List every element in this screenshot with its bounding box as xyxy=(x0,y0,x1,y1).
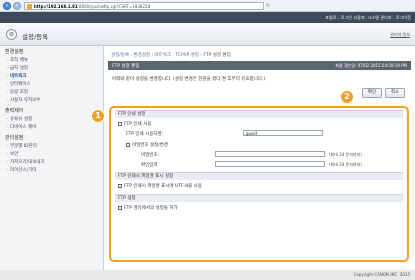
sidebar-section-title: 출력제어 xyxy=(5,108,24,114)
sidebar-section-title: 관리설정 xyxy=(5,135,24,141)
url-path: :8000/rps/nwftp.cgi?CSRT=1838228 xyxy=(77,4,151,9)
panel-header: FTP 설정 편집 최종 갱신일: 07/02 2015 04:50:19 PM xyxy=(108,61,411,70)
section-ftp-print: FTP 인쇄 설정 xyxy=(115,110,403,118)
sidebar-item-volume[interactable]: 음량 조정 xyxy=(0,89,103,97)
cancel-button[interactable]: 취소 xyxy=(385,88,405,98)
confirm-hint: (최대 24 문자까지) xyxy=(329,162,362,167)
logout-link[interactable]: 로그아웃 xyxy=(396,15,411,20)
callout-badge: 1 xyxy=(92,110,104,122)
use-ftp-print-label: FTP 인쇄 사용 xyxy=(124,122,152,127)
ftp-user-input[interactable]: guest xyxy=(243,130,323,136)
sidebar-item-control-menu[interactable]: 조작 메뉴 xyxy=(0,57,103,65)
set-password-row: 비밀번호 설정/변경 xyxy=(126,142,168,148)
portal-link[interactable]: 포털로 xyxy=(325,15,336,20)
sidebar-item-security[interactable]: 보안 xyxy=(0,151,103,159)
utf8-row: FTP 인쇄시 파일명 표시에 UTF-8을 사용 xyxy=(118,183,202,189)
use-ftp-print-row: FTP 인쇄 사용 xyxy=(118,121,151,127)
main-content: 설정/등록 : 환경설정 : 네트워크 : TCP/IP 설정 : FTP 설정… xyxy=(104,46,415,270)
sidebar-item-paper-source[interactable]: 급지 설정 xyxy=(0,65,103,73)
copyright: Copyright CANON INC. 2015 xyxy=(353,272,410,277)
pasv-checkbox[interactable] xyxy=(118,205,122,210)
last-updated: 최종 갱신일: 07/02 2015 04:50:19 PM xyxy=(335,63,407,68)
panel-title: FTP 설정 편집 xyxy=(112,64,140,69)
section-ftp-pasv: FTP 설정 xyxy=(115,194,403,202)
use-ftp-print-checkbox[interactable] xyxy=(118,121,122,126)
set-password-label: 비밀번호 설정/변경 xyxy=(132,143,169,148)
utf8-label: FTP 인쇄시 파일명 표시에 UTF-8을 사용 xyxy=(124,184,202,189)
confirm-input[interactable] xyxy=(215,161,325,167)
top-bar: 포털로 | 로그인 사용자: 시스템 관리자 | 로그아웃 xyxy=(0,12,415,23)
site-icon xyxy=(27,4,32,9)
login-user-label: 로그인 사용자: xyxy=(340,15,367,20)
refresh-icon[interactable]: ↻ xyxy=(266,3,270,9)
ftp-user-label: FTP 인쇄 사용자명: xyxy=(126,132,164,137)
password-input[interactable] xyxy=(215,151,325,157)
ftp-settings-panel: FTP 인쇄 설정 FTP 인쇄 사용 FTP 인쇄 사용자명: guest 비… xyxy=(109,106,409,262)
password-hint: (최대 24 문자까지) xyxy=(329,152,362,157)
login-user-name: 시스템 관리자 xyxy=(367,15,392,20)
breadcrumb-current: FTP 설정 편집 xyxy=(203,53,231,58)
page-title: 설정/등록 xyxy=(22,33,49,41)
title-bar: ⚙ 설정/등록 관리자 정보 xyxy=(0,23,415,46)
sidebar-item-network[interactable]: 네트워크 xyxy=(0,73,103,81)
utf8-checkbox[interactable] xyxy=(118,183,122,188)
password-label: 비밀번호: xyxy=(141,153,160,158)
ok-button[interactable]: 확인 xyxy=(362,88,382,98)
sidebar-item-license[interactable]: 라이선스/기타 xyxy=(0,167,103,175)
address-bar[interactable]: http://192.168.1.81:8000/rps/nwftp.cgi?C… xyxy=(24,2,264,10)
url-host: http://192.168.1.81 xyxy=(34,4,78,9)
pasv-row: FTP 경유에서의 설정을 허가 xyxy=(118,205,178,211)
back-icon[interactable]: ‹ xyxy=(3,2,11,10)
breadcrumb-path[interactable]: 설정/등록 : 환경설정 : 네트워크 : TCP/IP 설정 : xyxy=(111,53,203,58)
callout-badge: 2 xyxy=(341,91,353,103)
sidebar-item-user-maintenance[interactable]: 사용자 유지보수 xyxy=(0,97,103,105)
admin-mode-link[interactable]: 관리자 정보 xyxy=(390,32,410,38)
user-info: 포털로 | 로그인 사용자: 시스템 관리자 | 로그아웃 xyxy=(325,15,411,20)
sidebar-item-device-control[interactable]: 디바이스 제어 xyxy=(0,124,103,132)
settings-icon: ⚙ xyxy=(6,29,17,40)
sidebar-item-utility[interactable]: 유튜브 설정 xyxy=(0,116,103,124)
sidebar: 환경설정 조작 메뉴 급지 설정 네트워크 인터페이스 음량 조정 사용자 유지… xyxy=(0,46,104,270)
sidebar-item-department-id[interactable]: 부문별 ID관리 xyxy=(0,143,103,151)
section-file-name-display: FTP 인쇄시 파일명 표시 설정 xyxy=(115,172,403,180)
info-text: 아래와 같이 설정을 변경합니다. (설정 변경은 전원을 껐다 켠 후부터 유… xyxy=(112,77,266,82)
breadcrumb: 설정/등록 : 환경설정 : 네트워크 : TCP/IP 설정 : FTP 설정… xyxy=(111,52,231,58)
confirm-label: 확인입력: xyxy=(141,163,160,168)
sidebar-item-import-export[interactable]: 가져오기/내보내기 xyxy=(0,159,103,167)
forward-icon[interactable]: › xyxy=(13,2,21,10)
pasv-label: FTP 경유에서의 설정을 허가 xyxy=(124,206,178,211)
footer: Copyright CANON INC. 2015 xyxy=(0,270,415,280)
sidebar-section-title: 환경설정 xyxy=(5,49,24,55)
browser-chrome: ‹ › http://192.168.1.81:8000/rps/nwftp.c… xyxy=(0,0,415,12)
sidebar-item-interface[interactable]: 인터페이스 xyxy=(0,81,103,89)
set-password-checkbox[interactable] xyxy=(126,142,130,147)
